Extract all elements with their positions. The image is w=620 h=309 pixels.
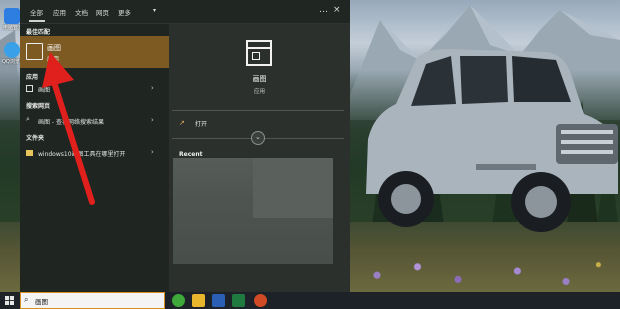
chevron-down-icon[interactable]: ▾: [153, 7, 156, 14]
shield-icon: [4, 8, 20, 24]
detail-app-type: 应用: [253, 89, 265, 95]
expand-button[interactable]: ⌄: [251, 131, 265, 145]
search-input[interactable]: 画图: [35, 296, 48, 306]
folder-icon: [26, 150, 33, 156]
more-options-icon[interactable]: …: [319, 5, 328, 15]
divider: [172, 110, 344, 111]
tab-more[interactable]: 更多: [118, 7, 131, 17]
suv-car-image: [366, 49, 618, 232]
powerpoint-icon[interactable]: [254, 294, 267, 307]
annotation-arrow-icon: [42, 52, 95, 205]
open-icon: ↗: [179, 119, 185, 127]
chevron-right-icon[interactable]: ›: [151, 116, 154, 124]
open-label: 打开: [195, 121, 208, 128]
best-match-heading: 最佳匹配: [26, 29, 51, 36]
chevron-down-icon: ⌄: [255, 133, 261, 141]
file-explorer-icon[interactable]: [192, 294, 205, 307]
360-browser-icon[interactable]: [172, 294, 185, 307]
chevron-right-icon[interactable]: ›: [151, 84, 154, 92]
tab-documents[interactable]: 文档: [75, 7, 88, 17]
wildflowers: [350, 250, 620, 292]
search-icon: ⌕: [24, 295, 29, 304]
apps-heading: 应用: [26, 74, 39, 81]
chevron-right-icon[interactable]: ›: [151, 148, 154, 156]
recent-files-blurred: [173, 158, 333, 264]
search-icon: ⌕: [26, 115, 30, 123]
windows-start-icon[interactable]: [5, 296, 14, 305]
open-action[interactable]: ↗ 打开: [169, 116, 350, 130]
tab-web[interactable]: 网页: [96, 7, 109, 17]
search-tabs: 全部 应用 文档 网页 更多 ▾ … ×: [20, 0, 350, 24]
detail-app-name: 画图: [252, 75, 267, 83]
word-icon[interactable]: [212, 294, 225, 307]
paint-app-icon: [246, 40, 272, 66]
close-icon[interactable]: ×: [333, 5, 341, 15]
active-tab-indicator: [29, 20, 45, 22]
desktop-icon-qq-browser[interactable]: QQ浏览器: [2, 42, 24, 65]
tab-apps[interactable]: 应用: [53, 7, 66, 17]
recent-heading: Recent: [179, 151, 203, 158]
result-detail-pane: 画图 应用 ↗ 打开 ⌄ Recent: [169, 24, 350, 292]
paint-app-icon: [26, 85, 33, 92]
excel-icon[interactable]: [232, 294, 245, 307]
search-box[interactable]: ⌕ 画图: [20, 292, 165, 309]
desktop-icon-pc-manager[interactable]: 电脑管家: [2, 8, 23, 31]
tab-all[interactable]: 全部: [30, 7, 43, 17]
qq-browser-icon: [4, 42, 20, 58]
